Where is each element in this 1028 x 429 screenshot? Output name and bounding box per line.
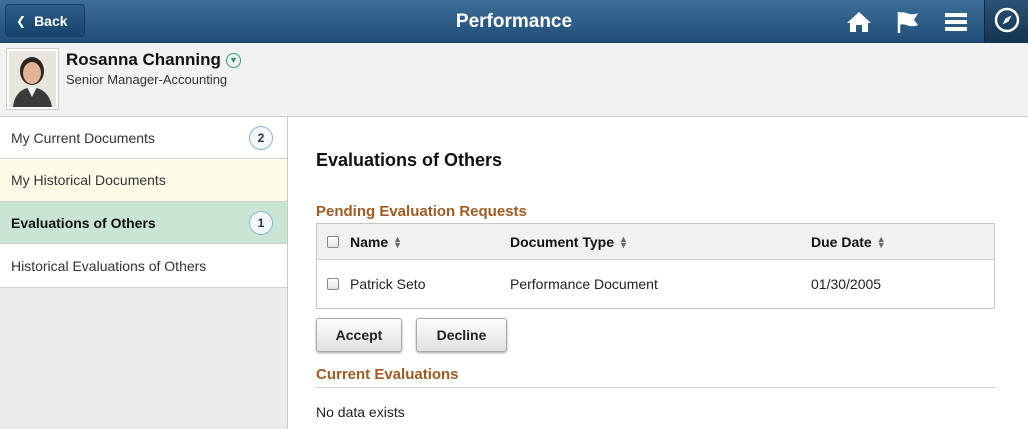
- cell-name: Patrick Seto: [350, 276, 426, 292]
- main-content: Evaluations of Others Pending Evaluation…: [289, 117, 1028, 429]
- select-all-checkbox-cell: [327, 224, 339, 259]
- column-header-due-date[interactable]: Due Date ▲ ▼: [811, 224, 886, 259]
- select-all-checkbox[interactable]: [327, 235, 339, 248]
- column-header-name[interactable]: Name ▲ ▼: [350, 224, 402, 259]
- back-button-label: Back: [34, 12, 68, 29]
- row-checkbox-cell: [327, 260, 339, 308]
- no-data-message: No data exists: [316, 404, 405, 420]
- sort-icon: ▲ ▼: [393, 233, 403, 250]
- top-banner: ❮ Back Performance: [0, 0, 1028, 43]
- table-row[interactable]: Patrick Seto Performance Document 01/30/…: [317, 260, 994, 308]
- section-divider: [316, 387, 995, 388]
- employee-name: Rosanna Channing: [66, 50, 221, 69]
- sort-icon: ▲ ▼: [618, 233, 628, 250]
- compass-icon: [994, 7, 1020, 36]
- current-evaluations-title: Current Evaluations: [316, 366, 459, 383]
- accept-button[interactable]: Accept: [316, 318, 402, 352]
- sidebar-item-label: Evaluations of Others: [11, 214, 156, 231]
- page-title: Evaluations of Others: [316, 150, 503, 170]
- sidebar: My Current Documents 2 My Historical Doc…: [0, 117, 288, 429]
- sidebar-item-my-historical-documents[interactable]: My Historical Documents: [0, 159, 287, 202]
- employee-job-title: Senior Manager-Accounting: [66, 72, 228, 87]
- column-header-label: Name: [350, 233, 389, 250]
- page-banner-title: Performance: [455, 11, 573, 32]
- related-actions-icon[interactable]: ▼: [225, 52, 241, 68]
- row-checkbox[interactable]: [327, 278, 339, 290]
- sidebar-item-label: My Historical Documents: [11, 172, 166, 188]
- sidebar-item-evaluations-of-others[interactable]: Evaluations of Others 1: [0, 202, 287, 244]
- count-badge: 2: [249, 126, 273, 150]
- sidebar-item-my-current-documents[interactable]: My Current Documents 2: [0, 117, 287, 159]
- column-header-document-type[interactable]: Document Type ▲ ▼: [510, 224, 628, 259]
- column-header-label: Document Type: [510, 233, 614, 250]
- flag-icon[interactable]: [894, 8, 922, 36]
- count-badge: 1: [249, 211, 273, 235]
- sidebar-item-label: Historical Evaluations of Others: [11, 257, 207, 274]
- navbar-button[interactable]: [984, 0, 1028, 43]
- column-header-label: Due Date: [811, 233, 872, 250]
- grid-header: Name ▲ ▼ Document Type ▲ ▼ Due Date ▲ ▼: [317, 224, 994, 260]
- home-icon[interactable]: [845, 8, 873, 36]
- employee-header: Rosanna Channing ▼ Senior Manager-Accoun…: [0, 43, 1028, 117]
- pending-requests-title: Pending Evaluation Requests: [316, 203, 527, 220]
- decline-button[interactable]: Decline: [416, 318, 507, 352]
- employee-name-row: Rosanna Channing ▼: [66, 50, 241, 70]
- pending-requests-grid: Name ▲ ▼ Document Type ▲ ▼ Due Date ▲ ▼ Pat…: [316, 223, 995, 309]
- employee-photo: [6, 48, 59, 110]
- chevron-left-icon: ❮: [16, 13, 27, 28]
- sort-icon: ▲ ▼: [876, 233, 886, 250]
- sidebar-item-label: My Current Documents: [11, 129, 155, 146]
- sidebar-item-historical-evaluations-of-others[interactable]: Historical Evaluations of Others: [0, 244, 287, 288]
- menu-icon[interactable]: [942, 8, 970, 36]
- back-button[interactable]: ❮ Back: [5, 4, 85, 37]
- cell-due-date: 01/30/2005: [811, 276, 882, 292]
- cell-document-type: Performance Document: [510, 276, 658, 292]
